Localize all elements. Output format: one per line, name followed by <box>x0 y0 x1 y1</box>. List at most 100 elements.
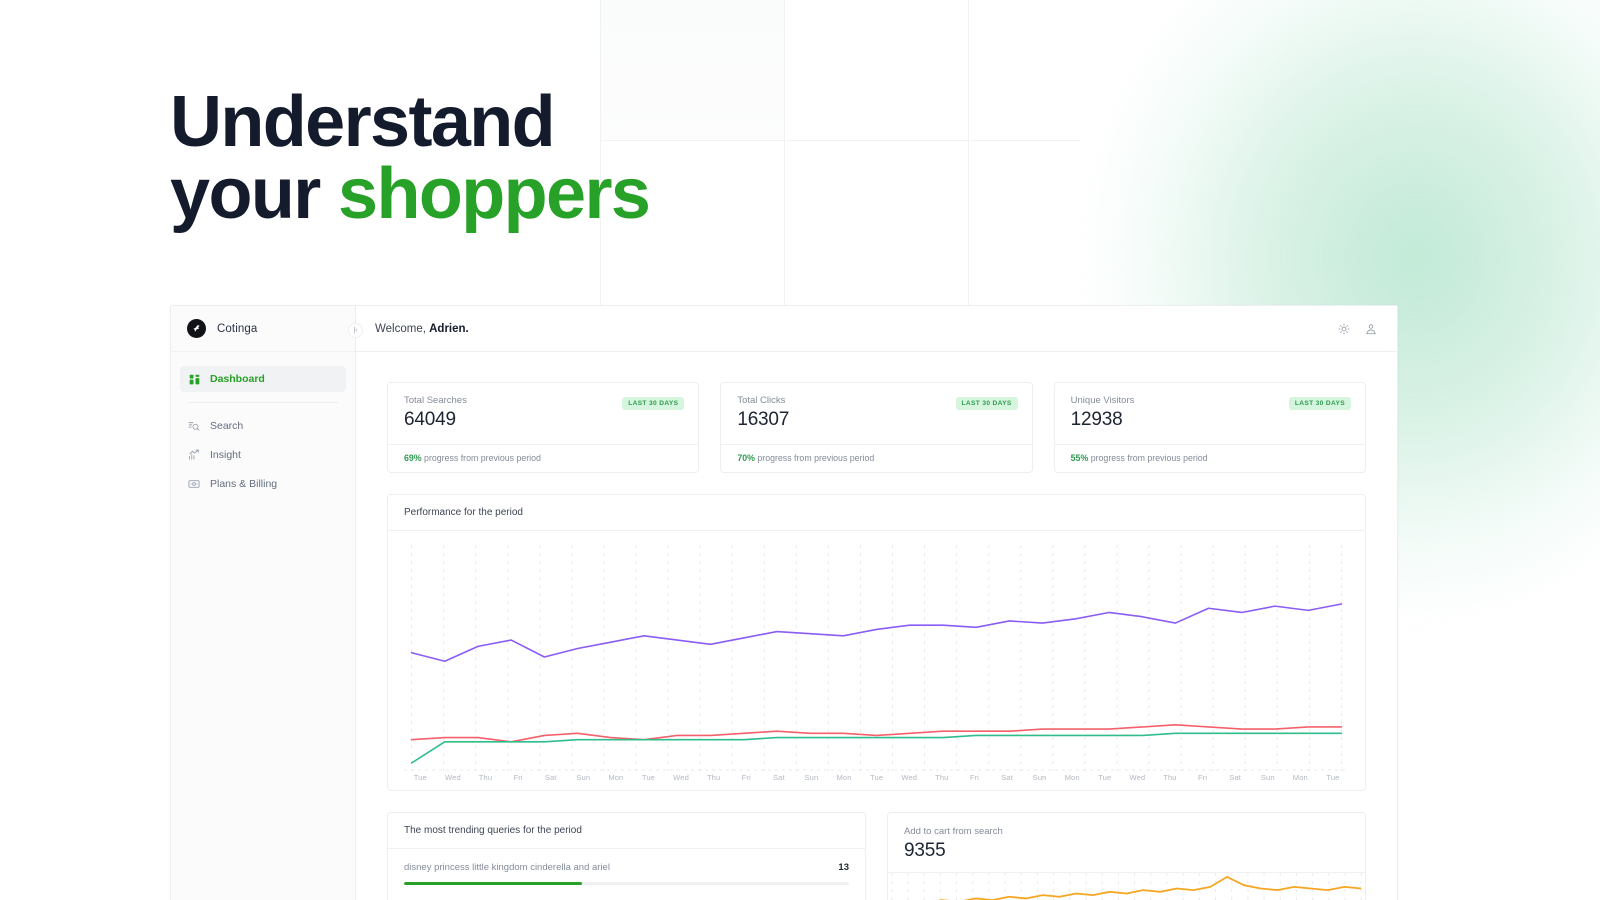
chart-series-line <box>412 604 1342 661</box>
status-badge: LAST 30 DAYS <box>1288 397 1351 410</box>
stat-percent: 69% <box>404 453 422 463</box>
search-list-icon <box>188 420 200 432</box>
billing-card-icon <box>188 478 200 490</box>
sidebar-item-search[interactable]: Search <box>180 413 346 439</box>
sidebar-item-label: Dashboard <box>210 373 265 385</box>
app-window: Cotinga |‹ Dashboard Search Insight Plan… <box>170 305 1398 900</box>
x-axis-tick: Fri <box>1197 773 1208 782</box>
x-axis-tick: Sun <box>1260 773 1275 782</box>
list-item[interactable]: disney princess little kingdom cinderell… <box>388 849 865 885</box>
x-axis-tick: Sun <box>576 773 591 782</box>
sidebar-item-label: Plans & Billing <box>210 478 278 490</box>
sidebar-divider <box>188 402 338 403</box>
cart-header: Add to cart from search 9355 <box>888 813 1365 872</box>
stat-card-total-clicks: Total Clicks 16307 LAST 30 DAYS 70% prog… <box>720 382 1033 473</box>
topbar-actions <box>1337 322 1378 336</box>
panel-title: Performance for the period <box>388 495 1365 531</box>
performance-chart[interactable] <box>404 545 1349 771</box>
x-axis-tick: Fri <box>513 773 523 782</box>
x-axis-tick: Tue <box>641 773 655 782</box>
user-icon[interactable] <box>1364 322 1378 336</box>
query-text: disney princess little kingdom cinderell… <box>404 862 610 873</box>
topbar: Welcome, Adrien. <box>356 306 1397 352</box>
x-axis-tick: Wed <box>673 773 689 782</box>
bottom-row: The most trending queries for the period… <box>387 812 1366 900</box>
stat-percent: 70% <box>737 453 755 463</box>
sidebar-collapse-icon[interactable]: |‹ <box>348 323 363 338</box>
x-axis-tick: Sun <box>804 773 819 782</box>
x-axis-tick: Tue <box>1326 773 1340 782</box>
x-axis-tick: Sat <box>544 773 557 782</box>
query-count: 13 <box>838 862 849 873</box>
trending-queries-panel: The most trending queries for the period… <box>387 812 866 900</box>
performance-panel: Performance for the period Tue Wed Thu Fri S… <box>387 494 1366 791</box>
x-axis-tick: Mon <box>1064 773 1080 782</box>
x-axis-tick: Thu <box>478 773 493 782</box>
stat-card-top: Unique Visitors 12938 LAST 30 DAYS <box>1055 383 1365 444</box>
cotinga-logo-icon <box>187 319 206 338</box>
hero-line-2: your shoppers <box>170 158 651 230</box>
brand-name: Cotinga <box>217 322 258 335</box>
add-to-cart-panel: Add to cart from search 9355 <box>887 812 1366 900</box>
query-line: disney princess little kingdom cinderell… <box>404 862 849 873</box>
stat-card-footer: 55% progress from previous period <box>1054 444 1365 472</box>
stat-value: 12938 <box>1070 409 1123 430</box>
stat-percent-caption: progress from previous period <box>421 453 541 463</box>
x-axis-tick: Sat <box>1001 773 1013 782</box>
x-axis-tick: Tue <box>1098 773 1112 782</box>
stat-card-top: Total Clicks 16307 LAST 30 DAYS <box>721 383 1031 444</box>
status-badge: LAST 30 DAYS <box>955 397 1018 410</box>
status-badge: LAST 30 DAYS <box>622 397 685 410</box>
x-axis-tick: Mon <box>836 773 852 782</box>
sun-icon[interactable] <box>1337 322 1351 336</box>
stat-card-footer: 69% progress from previous period <box>388 444 699 472</box>
cart-label: Add to cart from search <box>904 826 1003 837</box>
x-axis-tick: Sat <box>1229 773 1241 782</box>
stat-value: 64049 <box>404 409 456 430</box>
page-root: Understand your shoppers Cotinga |‹ Dash… <box>0 0 1600 900</box>
brand[interactable]: Cotinga |‹ <box>171 306 363 352</box>
hero-line-1: Understand <box>170 82 556 162</box>
sidebar: Cotinga |‹ Dashboard Search Insight Plan… <box>171 306 363 900</box>
sidebar-nav: Dashboard Search Insight Plans & Billing <box>171 352 355 500</box>
x-axis-tick: Wed <box>901 773 918 782</box>
dashboard-content: Total Searches 64049 LAST 30 DAYS 69% pr… <box>356 352 1397 900</box>
grid-icon <box>188 373 200 385</box>
x-axis-tick: Tue <box>413 773 427 782</box>
hero-line-2-prefix: your <box>170 154 339 234</box>
sidebar-item-label: Search <box>210 420 244 432</box>
stat-card-unique-visitors: Unique Visitors 12938 LAST 30 DAYS 55% p… <box>1053 382 1366 473</box>
stat-percent: 55% <box>1070 453 1089 463</box>
sidebar-item-insight[interactable]: Insight <box>180 442 346 468</box>
x-axis-tick: Thu <box>935 773 949 782</box>
sidebar-item-dashboard[interactable]: Dashboard <box>180 366 346 392</box>
chart-x-axis: Tue Wed Thu Fri Sat Sun Mon Tue Wed Thu Fri Sat Sun M… <box>404 773 1349 782</box>
hero-line-2-accent: shoppers <box>338 154 651 234</box>
x-axis-tick: Sat <box>772 773 785 782</box>
chart-trend-icon <box>188 449 200 461</box>
background-grid <box>600 0 1080 312</box>
x-axis-tick: Sun <box>1032 773 1047 782</box>
query-progress-bar <box>404 882 849 885</box>
chart-series-line <box>412 733 1342 763</box>
x-axis-tick: Mon <box>1292 773 1308 782</box>
x-axis-tick: Wed <box>445 773 461 782</box>
cart-sparkline-chart[interactable] <box>888 872 1365 900</box>
welcome-username: Adrien. <box>429 322 469 335</box>
x-axis-tick: Fri <box>741 773 751 782</box>
cart-series-line <box>892 877 1361 900</box>
stat-card-top: Total Searches 64049 LAST 30 DAYS <box>388 383 698 444</box>
sidebar-item-plans-billing[interactable]: Plans & Billing <box>180 471 346 497</box>
x-axis-tick: Mon <box>608 773 624 782</box>
x-axis-tick: Thu <box>706 773 721 782</box>
welcome-prefix: Welcome, <box>375 322 430 335</box>
x-axis-tick: Tue <box>870 773 884 782</box>
stat-card-footer: 70% progress from previous period <box>721 444 1032 472</box>
stat-percent-caption: progress from previous period <box>1088 453 1208 463</box>
stats-row: Total Searches 64049 LAST 30 DAYS 69% pr… <box>387 382 1366 473</box>
x-axis-tick: Fri <box>969 773 979 782</box>
cart-value: 9355 <box>904 840 946 861</box>
welcome-message: Welcome, Adrien. <box>375 323 469 335</box>
sidebar-item-label: Insight <box>210 449 241 461</box>
stat-percent-caption: progress from previous period <box>754 453 875 463</box>
